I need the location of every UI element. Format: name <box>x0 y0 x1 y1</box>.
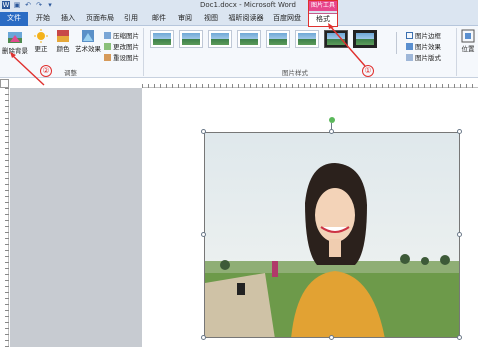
portrait-photo <box>205 133 459 337</box>
resize-handle-e[interactable] <box>457 232 462 237</box>
resize-handle-s[interactable] <box>329 335 334 340</box>
vertical-ruler[interactable] <box>0 88 9 347</box>
resize-handle-w[interactable] <box>201 232 206 237</box>
resize-handle-se[interactable] <box>457 335 462 340</box>
ruler-tab-selector[interactable] <box>0 79 9 88</box>
inserted-picture[interactable] <box>204 132 460 338</box>
rotation-handle[interactable] <box>329 117 335 123</box>
horizontal-ruler[interactable] <box>142 79 478 88</box>
resize-handle-ne[interactable] <box>457 129 462 134</box>
resize-handle-n[interactable] <box>329 129 334 134</box>
resize-handle-nw[interactable] <box>201 129 206 134</box>
resize-handle-sw[interactable] <box>201 335 206 340</box>
